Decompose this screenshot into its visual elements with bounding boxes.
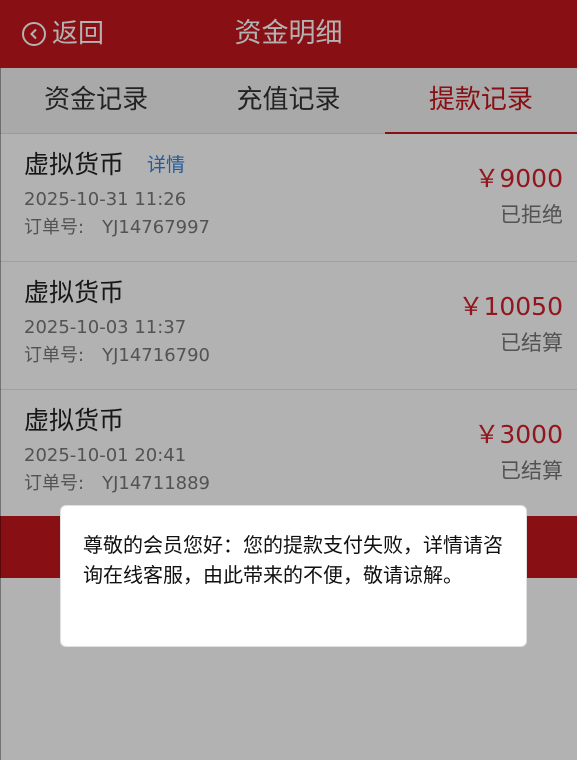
page: 返回 资金明细 资金记录 充值记录 提款记录 虚拟货币 详情 2025-10-3…	[0, 0, 577, 760]
notice-dialog: 尊敬的会员您好：您的提款支付失败，详情请咨询在线客服，由此带来的不便，敬请谅解。	[60, 505, 527, 647]
dialog-message: 尊敬的会员您好：您的提款支付失败，详情请咨询在线客服，由此带来的不便，敬请谅解。	[83, 533, 503, 587]
overlay-edge	[0, 68, 1, 760]
